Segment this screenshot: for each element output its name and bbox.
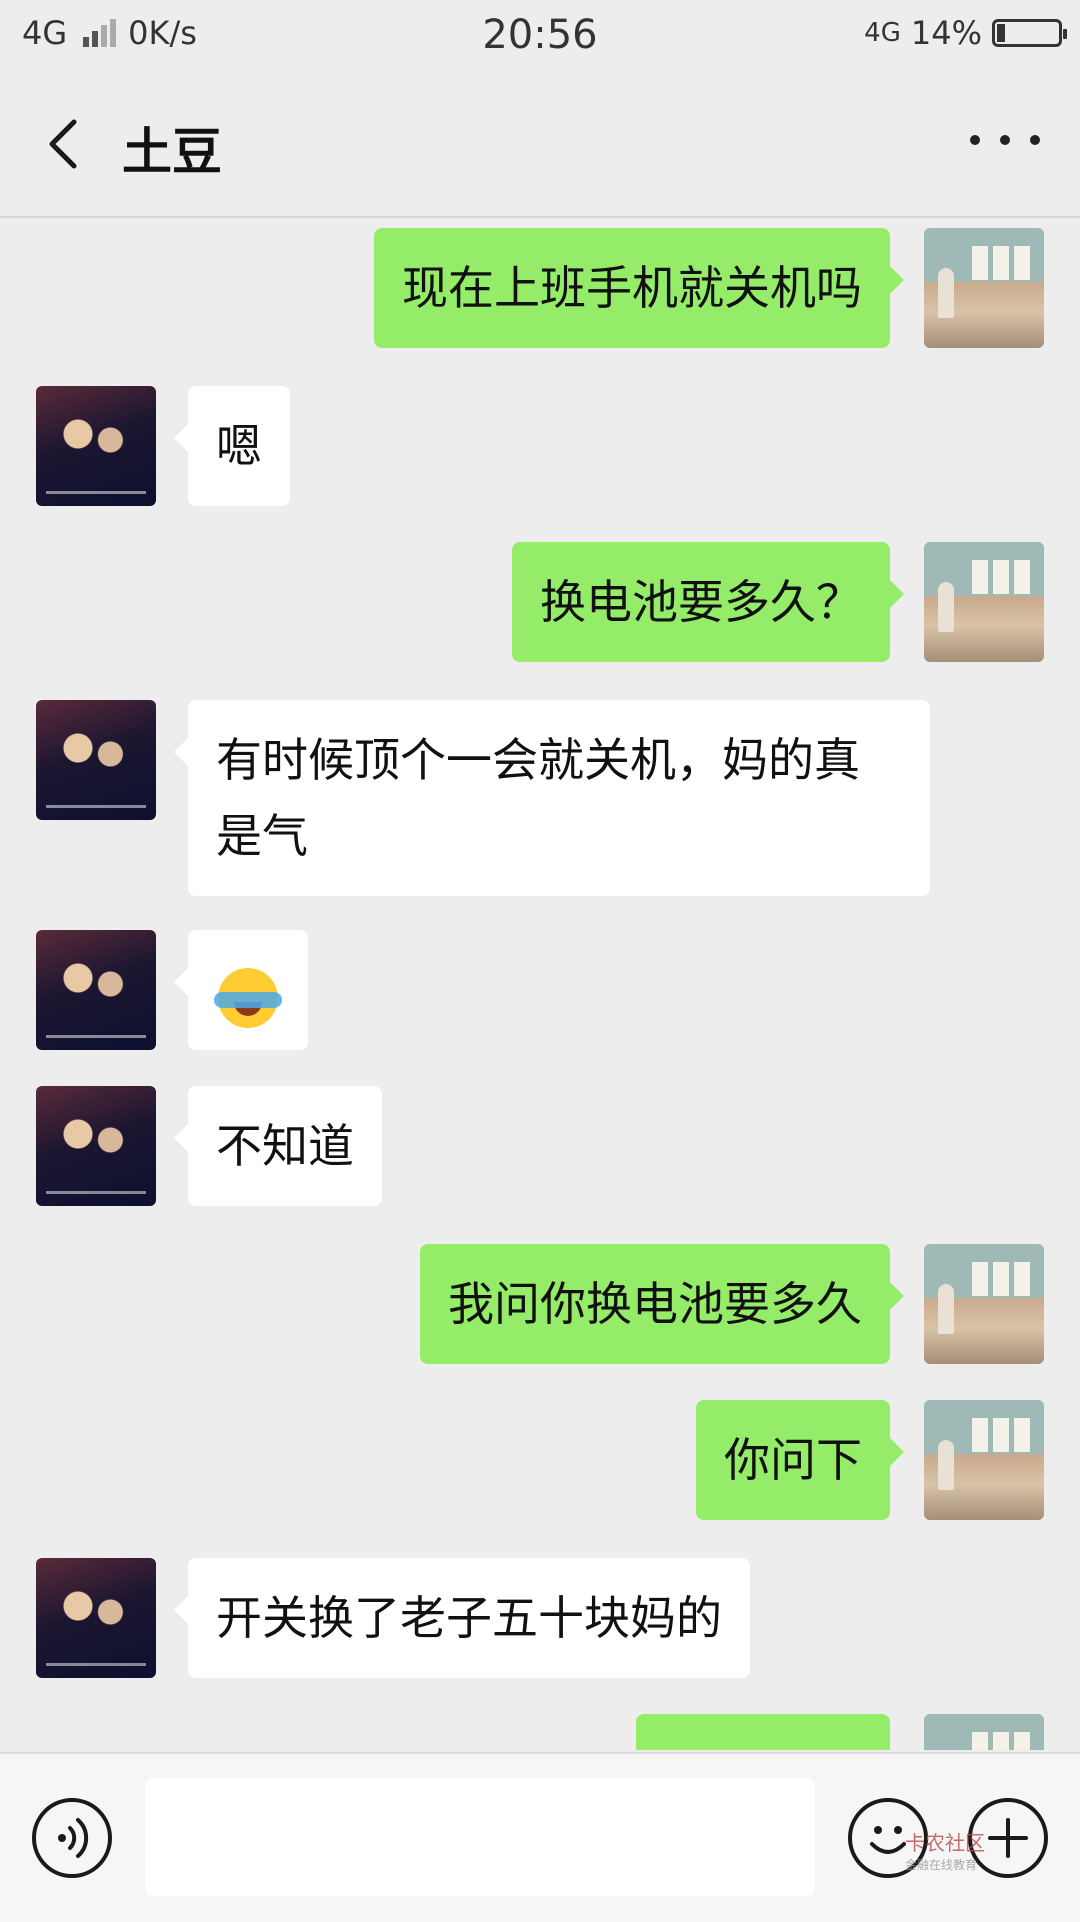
message-text: 现在上班手机就关机吗 (402, 261, 862, 315)
battery-icon (992, 19, 1067, 47)
self-avatar[interactable] (924, 1244, 1044, 1364)
message-text: 换电池要多久？ (540, 575, 862, 629)
chat-header: 土豆 (0, 70, 1080, 218)
network-type-right: 4G (864, 18, 901, 48)
contact-avatar[interactable] (36, 1086, 156, 1206)
message-bubble-other[interactable] (174, 930, 308, 1050)
status-bar: 4G 0K/s 20:56 4G 14% (0, 0, 1080, 70)
message-bubble-self-partial[interactable] (636, 1714, 890, 1750)
watermark-subtitle: 金融在线教育 (905, 1858, 978, 1872)
contact-avatar[interactable] (36, 700, 156, 820)
contact-avatar[interactable] (36, 386, 156, 506)
watermark: 卡农社区 金融在线教育 (905, 1832, 985, 1876)
message-bubble-other[interactable]: 开关换了老子五十块妈的 (174, 1558, 750, 1678)
more-button[interactable] (970, 120, 1040, 160)
message-text: 不知道 (216, 1119, 354, 1173)
chat-title: 土豆 (122, 123, 222, 181)
contact-avatar[interactable] (36, 930, 156, 1050)
battery-percent: 14% (910, 14, 982, 52)
voice-button[interactable] (32, 1798, 112, 1878)
self-avatar[interactable] (924, 542, 1044, 662)
message-text: 开关换了老子五十块妈的 (216, 1591, 722, 1645)
chevron-left-icon (49, 119, 77, 169)
self-avatar[interactable] (924, 228, 1044, 348)
message-bubble-other[interactable]: 不知道 (174, 1086, 382, 1206)
face-with-tears-of-joy-icon (214, 967, 282, 1028)
message-bubble-self[interactable]: 换电池要多久？ (512, 542, 904, 662)
status-right: 4G 14% (864, 14, 1067, 52)
input-bar: 卡农社区 金融在线教育 (0, 1752, 1080, 1922)
message-bubble-self[interactable]: 你问下 (696, 1400, 904, 1520)
self-avatar[interactable] (924, 1400, 1044, 1520)
message-bubble-other[interactable]: 有时候顶个一会就关机，妈的真是气 (174, 700, 930, 896)
contact-avatar[interactable] (36, 1558, 156, 1678)
back-button[interactable] (36, 114, 96, 174)
message-text: 你问下 (724, 1433, 862, 1487)
watermark-title: 卡农社区 (905, 1831, 985, 1855)
message-bubble-self[interactable]: 现在上班手机就关机吗 (374, 228, 904, 348)
message-input[interactable] (145, 1778, 815, 1896)
message-text: 我问你换电池要多久 (448, 1277, 862, 1331)
self-avatar[interactable] (924, 1714, 1044, 1750)
message-list[interactable]: 现在上班手机就关机吗 嗯 换电池要多久？ 有时候顶个一会就关机，妈的真是气 不知… (0, 218, 1080, 1750)
message-bubble-self[interactable]: 我问你换电池要多久 (420, 1244, 904, 1364)
more-dots-icon (970, 135, 1040, 145)
message-bubble-other[interactable]: 嗯 (174, 386, 290, 506)
message-text: 有时候顶个一会就关机，妈的真是气 (216, 733, 860, 863)
message-text: 嗯 (216, 419, 262, 473)
voice-icon (58, 1818, 89, 1858)
